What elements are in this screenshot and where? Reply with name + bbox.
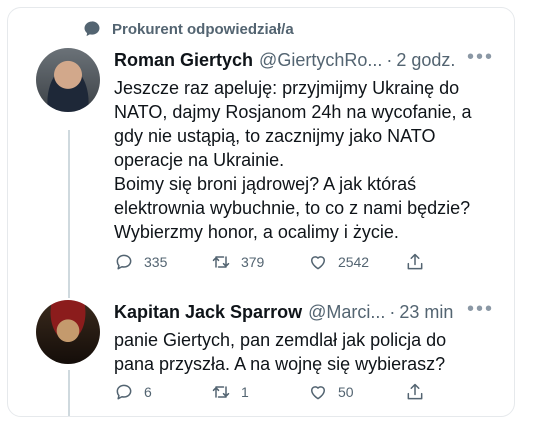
tweet-text-line: gdy nie ustąpią, to zacznijmy jako NATO	[114, 126, 436, 146]
retweet-count: 1	[240, 384, 249, 400]
author-name[interactable]: Kapitan Jack Sparrow	[114, 302, 302, 323]
tweet-text-line: Wybierzmy honor, a ocalimy i życie.	[114, 222, 399, 242]
conversation-card: Prokurent odpowiedział/a Roman Giertych …	[7, 7, 515, 417]
reply-count: 6	[144, 384, 152, 400]
avatar[interactable]	[36, 48, 100, 112]
reply-icon	[116, 384, 132, 400]
retweet-icon	[212, 256, 230, 268]
tweet-actions: 335 379 2542	[114, 252, 434, 272]
share-button[interactable]	[405, 382, 434, 402]
author-handle[interactable]: @Marci...	[308, 302, 385, 323]
tweet-actions: 6 1 50	[114, 382, 434, 402]
like-button[interactable]: 2542	[308, 252, 405, 272]
tweet-text: panie Giertych, pan zemdlał jak policja …	[114, 328, 506, 376]
avatar[interactable]	[36, 300, 100, 364]
share-icon	[407, 383, 423, 400]
reply-button[interactable]: 335	[114, 252, 211, 272]
retweet-button[interactable]: 379	[211, 252, 308, 272]
share-button[interactable]	[405, 252, 434, 272]
tweet-header: Kapitan Jack Sparrow @Marci... · 23 min …	[114, 298, 494, 323]
separator-dot: ·	[389, 302, 396, 322]
more-icon[interactable]: •••	[467, 46, 494, 69]
thread-line-bottom	[68, 370, 70, 416]
reply-count: 335	[144, 254, 168, 270]
retweet-icon	[212, 386, 230, 398]
thread-line	[68, 130, 70, 298]
tweet-header: Roman Giertych @GiertychRo... · 2 godz. …	[114, 46, 494, 71]
tweet-text-line: Jeszcze raz apeluję: przyjmijmy Ukrainę …	[114, 78, 460, 98]
tweet-text-line: Boimy się broni jądrowej? A jak któraś	[114, 174, 417, 194]
tweet-text: Jeszcze raz apeluję: przyjmijmy Ukrainę …	[114, 76, 506, 244]
share-icon	[407, 253, 423, 270]
more-icon[interactable]: •••	[467, 298, 494, 321]
timestamp[interactable]: 23 min	[399, 302, 453, 323]
reply-button[interactable]: 6	[114, 382, 211, 402]
tweet-text-line: operacje na Ukrainie.	[114, 150, 285, 170]
like-count: 50	[337, 384, 354, 400]
speech-bubble-icon	[84, 21, 100, 37]
like-icon	[310, 256, 325, 270]
separator-dot: ·	[386, 50, 393, 70]
like-icon	[310, 386, 325, 400]
tweet-text-line: pana przyszła. A na wojnę się wybierasz?	[114, 354, 446, 374]
reply-context[interactable]: Prokurent odpowiedział/a	[82, 19, 294, 39]
reply-context-label: Prokurent odpowiedział/a	[112, 20, 294, 38]
like-button[interactable]: 50	[308, 382, 405, 402]
tweet-text-line: NATO, dajmy Rosjanom 24h na wycofanie, a	[114, 102, 472, 122]
author-handle[interactable]: @GiertychRo...	[259, 50, 382, 71]
retweet-count: 379	[240, 254, 265, 270]
like-count: 2542	[337, 254, 370, 270]
reply-icon	[116, 254, 132, 270]
timestamp[interactable]: 2 godz.	[396, 50, 455, 71]
tweet-text-line: elektrownia wybuchnie, to co z nami będz…	[114, 198, 471, 218]
author-name[interactable]: Roman Giertych	[114, 50, 253, 71]
tweet-text-line: panie Giertych, pan zemdlał jak policja …	[114, 330, 447, 350]
retweet-button[interactable]: 1	[211, 382, 308, 402]
